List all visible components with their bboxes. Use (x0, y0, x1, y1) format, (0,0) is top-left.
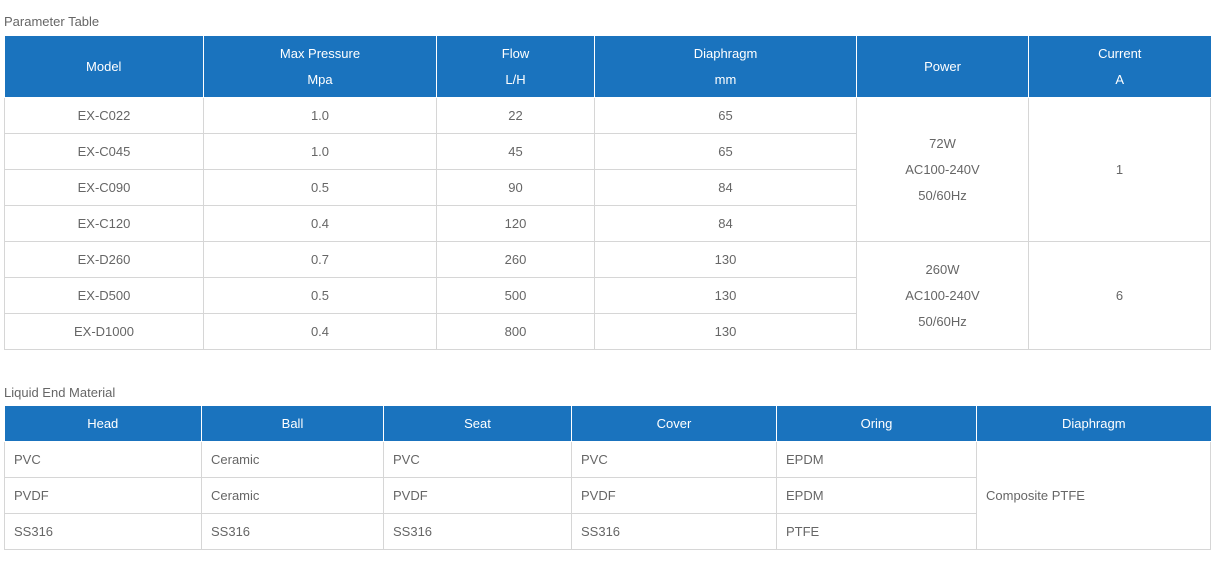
header-power: Power (856, 36, 1029, 98)
cell-head: PVC (4, 441, 202, 478)
cell-current-group-1: 1 (1028, 97, 1211, 242)
cell-max-pressure: 1.0 (203, 133, 437, 170)
table-row: PVC Ceramic PVC PVC EPDM Composite PTFE (4, 441, 1211, 550)
cell-model: EX-C120 (4, 205, 204, 242)
cell-max-pressure: 0.5 (203, 277, 437, 314)
cell-diaphragm: 130 (594, 313, 857, 350)
cell-cover: PVDF (571, 477, 777, 514)
header-ball: Ball (201, 406, 384, 442)
cell-max-pressure: 0.4 (203, 313, 437, 350)
cell-flow: 45 (436, 133, 595, 170)
parameter-table: Model Max Pressure Mpa Flow L/H Diaphragm m… (4, 36, 1211, 350)
header-flow: Flow L/H (436, 36, 595, 98)
cell-model: EX-D1000 (4, 313, 204, 350)
cell-oring: EPDM (776, 477, 977, 514)
cell-model: EX-C090 (4, 169, 204, 206)
cell-max-pressure: 0.4 (203, 205, 437, 242)
table-row: EX-D260 0.7 260 130 260W AC100-240V 50/6… (4, 241, 1211, 350)
cell-seat: SS316 (383, 513, 572, 550)
header-model: Model (4, 36, 204, 98)
header-current-unit: A (1115, 71, 1125, 87)
cell-flow: 22 (436, 97, 595, 134)
liquid-end-material-table: Head Ball Seat Cover Oring Diaphragm PVC… (4, 406, 1211, 550)
cell-model: EX-C045 (4, 133, 204, 170)
cell-head: SS316 (4, 513, 202, 550)
cell-cover: SS316 (571, 513, 777, 550)
table-header-row: Model Max Pressure Mpa Flow L/H Diaphragm m… (4, 36, 1211, 98)
cell-flow: 260 (436, 241, 595, 278)
cell-diaphragm: 84 (594, 169, 857, 206)
header-diaphragm: Diaphragm mm (594, 36, 857, 98)
cell-model: EX-D260 (4, 241, 204, 278)
header-flow-unit: L/H (505, 71, 526, 87)
cell-flow: 500 (436, 277, 595, 314)
cell-max-pressure: 0.7 (203, 241, 437, 278)
cell-oring: EPDM (776, 441, 977, 478)
header-current: Current A (1028, 36, 1211, 98)
cell-ball: SS316 (201, 513, 384, 550)
cell-max-pressure: 1.0 (203, 97, 437, 134)
cell-power-group-2: 260W AC100-240V 50/60Hz (856, 241, 1029, 350)
cell-ball: Ceramic (201, 441, 384, 478)
cell-power-group-1: 72W AC100-240V 50/60Hz (856, 97, 1029, 242)
cell-seat: PVDF (383, 477, 572, 514)
cell-max-pressure: 0.5 (203, 169, 437, 206)
cell-head: PVDF (4, 477, 202, 514)
cell-oring: PTFE (776, 513, 977, 550)
header-head: Head (4, 406, 202, 442)
cell-diaphragm: 65 (594, 133, 857, 170)
cell-cover: PVC (571, 441, 777, 478)
cell-current-group-2: 6 (1028, 241, 1211, 350)
header-max-pressure-unit: Mpa (307, 71, 333, 87)
cell-seat: PVC (383, 441, 572, 478)
cell-diaphragm-material: Composite PTFE (976, 441, 1211, 550)
header-diaphragm: Diaphragm (976, 406, 1211, 442)
cell-diaphragm: 65 (594, 97, 857, 134)
parameter-table-title: Parameter Table (4, 14, 100, 29)
header-max-pressure: Max Pressure Mpa (203, 36, 437, 98)
cell-flow: 90 (436, 169, 595, 206)
header-cover: Cover (571, 406, 777, 442)
table-header-row: Head Ball Seat Cover Oring Diaphragm (4, 406, 1211, 442)
cell-flow: 120 (436, 205, 595, 242)
header-diaphragm-unit: mm (714, 71, 737, 87)
cell-flow: 800 (436, 313, 595, 350)
cell-model: EX-C022 (4, 97, 204, 134)
table-row: EX-C022 1.0 22 65 72W AC100-240V 50/60Hz… (4, 97, 1211, 242)
cell-diaphragm: 130 (594, 241, 857, 278)
header-oring: Oring (776, 406, 977, 442)
liquid-end-material-title: Liquid End Material (4, 385, 116, 400)
cell-diaphragm: 130 (594, 277, 857, 314)
cell-diaphragm: 84 (594, 205, 857, 242)
cell-ball: Ceramic (201, 477, 384, 514)
cell-model: EX-D500 (4, 277, 204, 314)
header-seat: Seat (383, 406, 572, 442)
